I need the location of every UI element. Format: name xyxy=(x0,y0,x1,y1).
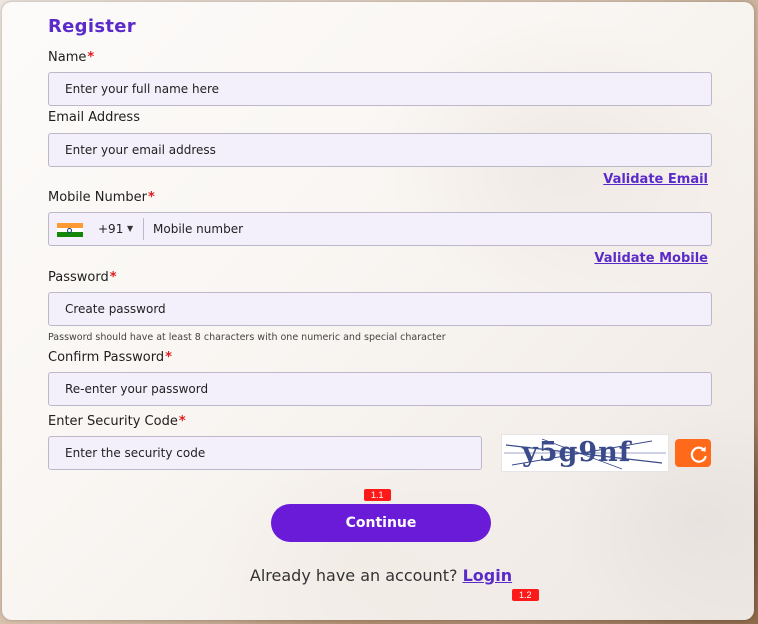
required-mark: * xyxy=(178,414,186,429)
refresh-icon xyxy=(690,446,707,463)
name-label: Name* xyxy=(48,50,95,65)
mobile-input[interactable] xyxy=(149,213,697,245)
password-input[interactable] xyxy=(48,292,712,326)
page-title: Register xyxy=(48,16,136,37)
validate-email-link[interactable]: Validate Email xyxy=(603,172,708,187)
divider xyxy=(143,218,144,240)
validate-mobile-link[interactable]: Validate Mobile xyxy=(594,251,708,266)
login-link[interactable]: Login xyxy=(463,566,513,585)
refresh-captcha-button[interactable] xyxy=(675,439,711,467)
chevron-down-icon[interactable]: ▼ xyxy=(127,213,133,245)
mobile-field: +91 ▼ xyxy=(48,212,712,246)
required-mark: * xyxy=(109,270,117,285)
captcha-text: y5g9nf xyxy=(522,437,632,468)
country-code[interactable]: +91 xyxy=(98,213,123,245)
email-label: Email Address xyxy=(48,110,140,125)
confirm-password-label: Confirm Password* xyxy=(48,350,172,365)
register-card: Register Name* Email Address Validate Em… xyxy=(2,2,754,620)
confirm-password-input[interactable] xyxy=(48,372,712,406)
captcha-image: y5g9nf xyxy=(501,434,669,472)
password-label: Password* xyxy=(48,270,117,285)
india-flag-icon[interactable] xyxy=(57,223,83,237)
background-stage: Register Name* Email Address Validate Em… xyxy=(0,0,758,624)
mobile-label: Mobile Number* xyxy=(48,190,155,205)
required-mark: * xyxy=(87,50,95,65)
annotation-badge: 1.2 xyxy=(512,589,539,601)
security-code-label: Enter Security Code* xyxy=(48,414,186,429)
annotation-badge: 1.1 xyxy=(364,489,391,501)
required-mark: * xyxy=(148,190,155,205)
login-prompt-text: Already have an account? xyxy=(249,566,458,585)
password-hint: Password should have at least 8 characte… xyxy=(48,332,446,343)
email-input[interactable] xyxy=(48,133,712,167)
security-code-input[interactable] xyxy=(48,436,482,470)
name-input[interactable] xyxy=(48,72,712,106)
required-mark: * xyxy=(165,350,172,365)
login-prompt: Already have an account? Login xyxy=(2,566,758,585)
continue-button[interactable]: Continue xyxy=(271,504,491,542)
